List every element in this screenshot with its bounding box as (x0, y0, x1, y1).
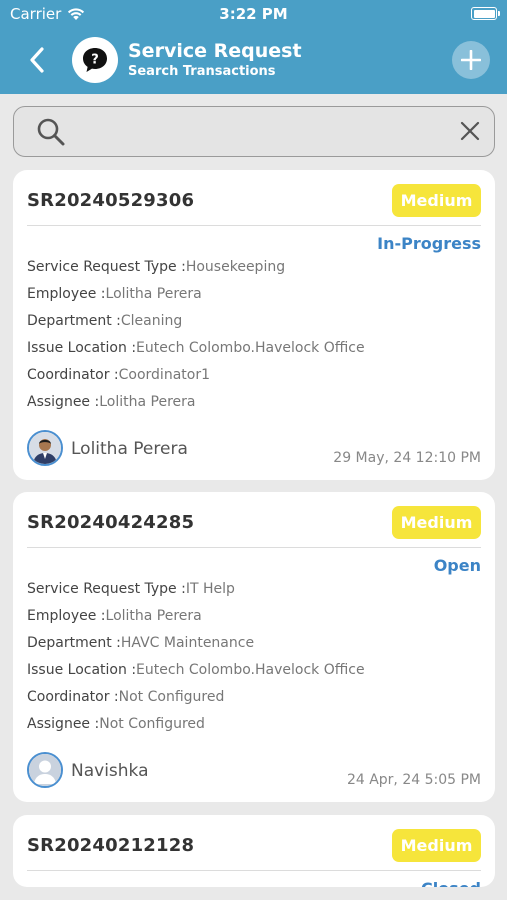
svg-text:?: ? (91, 53, 99, 68)
detail-department: Department :HAVC Maintenance (27, 635, 255, 651)
request-card[interactable]: SR20240424285 Medium Open Service Reques… (13, 492, 495, 802)
avatar (27, 752, 63, 788)
request-number: SR20240212128 (27, 835, 195, 856)
priority-badge: Medium (392, 184, 481, 217)
detail-coordinator: Coordinator :Coordinator1 (27, 367, 210, 383)
page-title: Service Request (128, 40, 302, 62)
person-name: Lolitha Perera (71, 439, 188, 459)
chat-question-icon: ? (83, 48, 107, 72)
request-date: 24 Apr, 24 5:05 PM (346, 772, 481, 788)
search-input[interactable] (84, 117, 434, 147)
clear-search-icon[interactable] (460, 121, 480, 141)
detail-type: Service Request Type :IT Help (27, 581, 235, 597)
avatar (27, 430, 63, 466)
page-subtitle: Search Transactions (128, 64, 276, 79)
detail-employee: Employee :Lolitha Perera (27, 286, 202, 302)
request-details: Service Request Type :IT Help Employee :… (27, 576, 365, 738)
detail-department: Department :Cleaning (27, 313, 183, 329)
status-label: Open (433, 556, 481, 575)
card-divider (27, 225, 481, 226)
detail-location: Issue Location :Eutech Colombo.Havelock … (27, 340, 365, 356)
detail-assignee: Assignee :Lolitha Perera (27, 394, 196, 410)
chevron-left-icon (30, 47, 44, 73)
add-request-button[interactable] (452, 41, 490, 79)
detail-location: Issue Location :Eutech Colombo.Havelock … (27, 662, 365, 678)
battery-icon (471, 7, 500, 20)
detail-assignee: Assignee :Not Configured (27, 716, 205, 732)
user-placeholder-icon (29, 754, 61, 786)
plus-icon (461, 50, 481, 70)
request-number: SR20240424285 (27, 512, 195, 533)
app-logo: ? (72, 37, 118, 83)
search-icon (37, 118, 65, 146)
back-button[interactable] (22, 44, 52, 76)
card-divider (27, 547, 481, 548)
priority-badge: Medium (392, 829, 481, 862)
app-header: Carrier 3:22 PM ? Service Request Search… (0, 0, 507, 94)
request-number: SR20240529306 (27, 190, 195, 211)
status-bar: Carrier 3:22 PM (0, 0, 507, 28)
user-photo-icon (29, 432, 61, 464)
person-name: Navishka (71, 761, 149, 781)
status-label: In-Progress (377, 234, 481, 253)
detail-employee: Employee :Lolitha Perera (27, 608, 202, 624)
request-date: 29 May, 24 12:10 PM (333, 450, 481, 466)
card-divider (27, 870, 481, 871)
status-time: 3:22 PM (219, 5, 288, 23)
request-details: Service Request Type :Housekeeping Emplo… (27, 254, 365, 416)
detail-coordinator: Coordinator :Not Configured (27, 689, 225, 705)
detail-type: Service Request Type :Housekeeping (27, 259, 286, 275)
priority-badge: Medium (392, 506, 481, 539)
request-card[interactable]: SR20240529306 Medium In-Progress Service… (13, 170, 495, 480)
request-card[interactable]: SR20240212128 Medium Closed (13, 815, 495, 887)
search-bar (13, 106, 495, 157)
status-label: Closed (421, 879, 481, 887)
